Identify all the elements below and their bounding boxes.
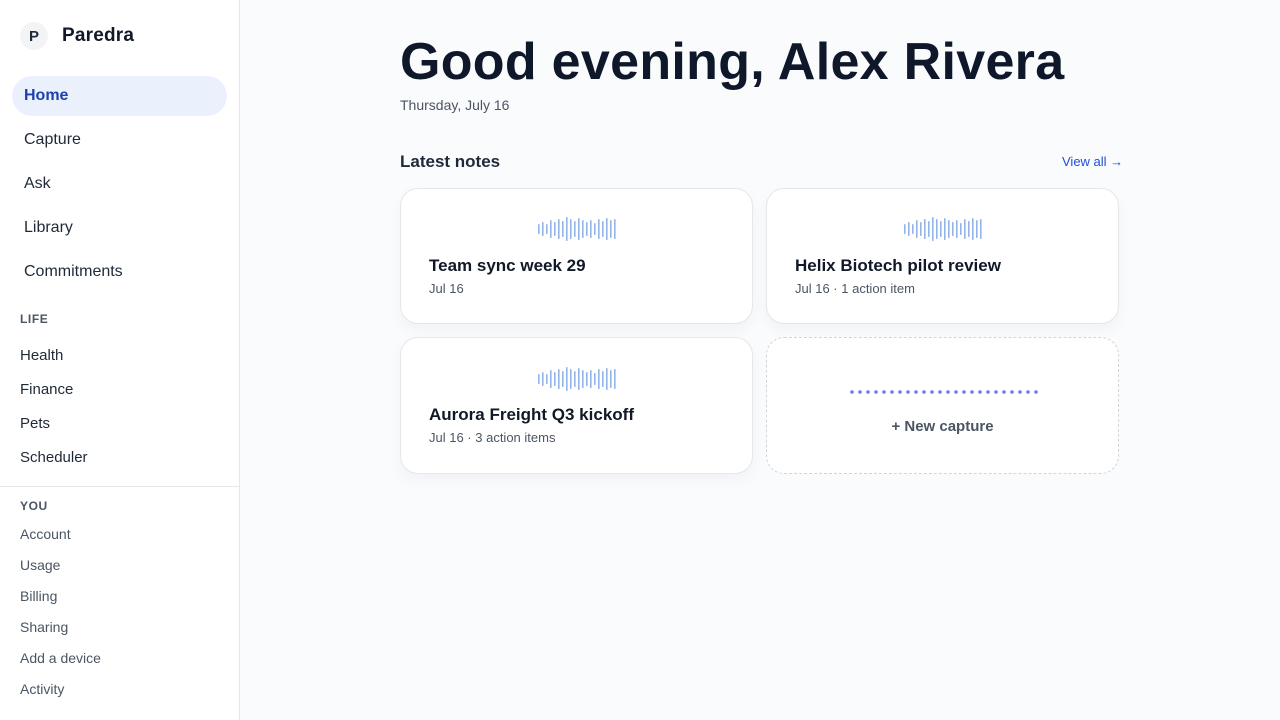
note-meta: Jul 16 · 1 action item [795, 281, 915, 296]
note-meta: Jul 16 · 3 action items [429, 430, 556, 445]
nav-item-activity[interactable]: Activity [20, 673, 101, 704]
app-logo: P [20, 22, 48, 50]
nav-item-finance[interactable]: Finance [20, 372, 88, 406]
sidebar: P Paredra Home Capture Ask Library Commi… [0, 0, 240, 720]
nav-item-add-device[interactable]: Add a device [20, 642, 101, 673]
latest-notes-title: Latest notes [400, 152, 501, 171]
note-card[interactable]: Aurora Freight Q3 kickoff Jul 16 · 3 act… [400, 337, 753, 474]
sidebar-divider [0, 486, 239, 487]
note-title: Team sync week 29 [429, 256, 586, 275]
nav-item-home[interactable]: Home [12, 76, 227, 116]
dotted-line-icon [850, 390, 1038, 394]
view-all-link[interactable]: View all → [1062, 154, 1123, 169]
nav-item-sharing[interactable]: Sharing [20, 611, 101, 642]
note-meta: Jul 16 [429, 281, 464, 296]
nav-item-commitments[interactable]: Commitments [12, 252, 227, 292]
new-capture-label: + New capture [891, 418, 994, 435]
note-title: Aurora Freight Q3 kickoff [429, 405, 634, 424]
nav-item-ask[interactable]: Ask [12, 164, 227, 204]
brand[interactable]: P Paredra [20, 20, 134, 52]
app-name: Paredra [62, 25, 135, 46]
note-card[interactable]: Helix Biotech pilot review Jul 16 · 1 ac… [766, 188, 1119, 324]
greeting-title: Good evening, Alex Rivera [400, 33, 1065, 91]
you-section-label: YOU [20, 499, 48, 513]
life-nav: Health Finance Pets Scheduler [20, 338, 88, 474]
current-date: Thursday, July 16 [400, 97, 510, 113]
note-title: Helix Biotech pilot review [795, 256, 1001, 275]
you-nav: Account Usage Billing Sharing Add a devi… [20, 518, 101, 704]
nav-item-pets[interactable]: Pets [20, 406, 88, 440]
main-nav: Home Capture Ask Library Commitments [12, 76, 227, 296]
waveform-icon [904, 217, 982, 241]
nav-item-billing[interactable]: Billing [20, 580, 101, 611]
waveform-icon [538, 217, 616, 241]
note-card[interactable]: Team sync week 29 Jul 16 [400, 188, 753, 324]
life-section-label: LIFE [20, 312, 49, 326]
nav-item-scheduler[interactable]: Scheduler [20, 440, 88, 474]
waveform-icon [538, 367, 616, 391]
nav-item-health[interactable]: Health [20, 338, 88, 372]
nav-item-usage[interactable]: Usage [20, 549, 101, 580]
new-capture-card[interactable]: + New capture [766, 337, 1119, 474]
nav-item-capture[interactable]: Capture [12, 120, 227, 160]
nav-item-library[interactable]: Library [12, 208, 227, 248]
nav-item-account[interactable]: Account [20, 518, 101, 549]
